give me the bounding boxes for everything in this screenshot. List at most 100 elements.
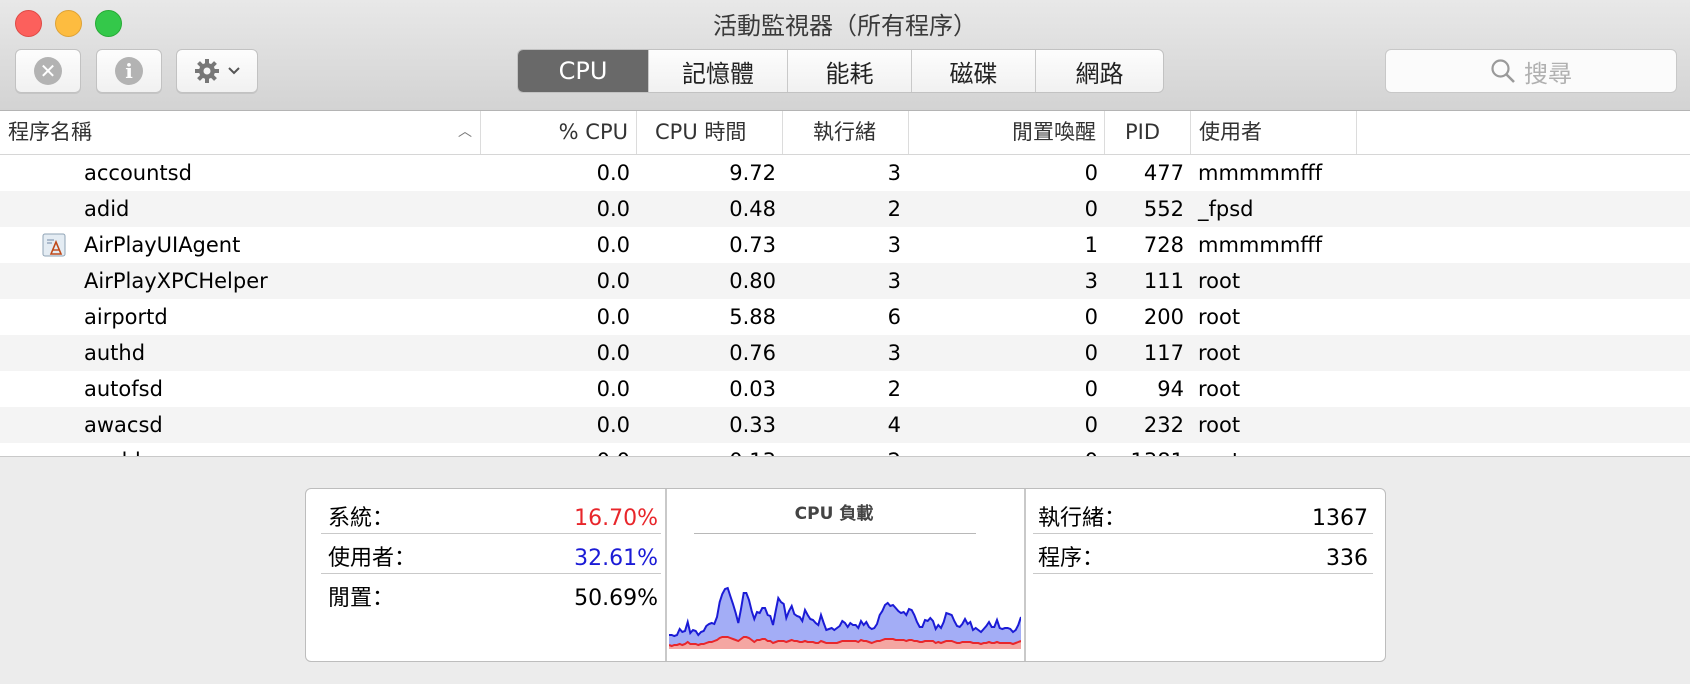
idle-wake-ups: 0: [1085, 443, 1098, 456]
column-header-user[interactable]: 使用者: [1191, 111, 1357, 154]
column-header-idle-wake[interactable]: 閒置喚醒: [909, 111, 1105, 154]
cpu-time: 0.80: [729, 269, 776, 293]
idle-wake-ups: 0: [1084, 413, 1098, 437]
user-name: root: [1198, 443, 1240, 456]
column-header-cpu[interactable]: % CPU: [481, 111, 637, 154]
cpu-percent: 0.0: [596, 305, 630, 329]
idle-wake-ups: 0: [1084, 377, 1098, 401]
idle-wake-ups: 3: [1084, 269, 1098, 293]
user-name: mmmmmfff: [1198, 161, 1323, 185]
user-name: root: [1198, 269, 1241, 293]
toolbar: 活動監視器（所有程序） ✕ i CPU 記憶體 能耗 磁碟 網路 搜尋: [0, 0, 1690, 111]
table-row[interactable]: awacsd 0.0 0.33 4 0 232 root: [0, 407, 1690, 443]
cpu-percent: 0.0: [596, 413, 630, 437]
action-menu-button[interactable]: [176, 49, 258, 93]
tab-cpu[interactable]: CPU: [518, 50, 649, 92]
cpu-percent: 0.0: [597, 443, 630, 456]
cpu-summary-panel: 系統： 16.70% 使用者： 32.61% 閒置： 50.69% CPU 負載…: [305, 488, 1386, 662]
idle-wake-ups: 0: [1084, 197, 1098, 221]
chevron-down-icon: [228, 67, 240, 75]
idle-label: 閒置：: [328, 586, 395, 611]
pid: 117: [1143, 341, 1184, 365]
process-name: accountsd: [84, 161, 192, 185]
cpu-percent: 0.0: [596, 233, 630, 257]
column-header-cpu-time[interactable]: CPU 時間: [637, 111, 783, 154]
idle-wake-ups: 0: [1084, 305, 1098, 329]
table-row[interactable]: authd 0.0 0.76 3 0 117 root: [0, 335, 1690, 371]
thread-count: 2: [887, 377, 901, 401]
table-header: 程序名稱 ︿ % CPU CPU 時間 執行緒 閒置喚醒 PID 使用者: [0, 111, 1690, 155]
cpu-load-graph: [669, 586, 1021, 649]
table-row[interactable]: adid 0.0 0.48 2 0 552 _fpsd: [0, 191, 1690, 227]
tab-network[interactable]: 網路: [1036, 50, 1163, 92]
idle-value: 50.69%: [574, 586, 658, 611]
user-name: root: [1198, 377, 1241, 401]
table-row[interactable]: AirPlayUIAgent 0.0 0.73 3 1 728 mmmmmfff: [0, 227, 1690, 263]
thread-count: 3: [887, 341, 901, 365]
cpu-percent: 0.0: [596, 197, 630, 221]
table-row[interactable]: awdd 0.0 0.13 2 0 1381 root: [0, 443, 1690, 456]
thread-count: 6: [887, 305, 901, 329]
user-name: root: [1198, 413, 1241, 437]
process-name: awacsd: [84, 413, 163, 437]
table-row[interactable]: accountsd 0.0 9.72 3 0 477 mmmmmfff: [0, 155, 1690, 191]
column-header-threads[interactable]: 執行緒: [783, 111, 909, 154]
tab-energy[interactable]: 能耗: [788, 50, 912, 92]
user-name: _fpsd: [1198, 197, 1254, 221]
user-name: mmmmmfff: [1198, 233, 1323, 257]
cpu-time: 5.88: [729, 305, 776, 329]
cpu-time: 0.13: [729, 443, 776, 456]
thread-count: 3: [887, 269, 901, 293]
cpu-time: 0.48: [729, 197, 776, 221]
pid: 552: [1143, 197, 1184, 221]
cpu-percent: 0.0: [596, 161, 630, 185]
process-name: AirPlayUIAgent: [84, 233, 241, 257]
idle-wake-ups: 1: [1084, 233, 1098, 257]
search-input[interactable]: 搜尋: [1385, 49, 1677, 93]
pid: 111: [1143, 269, 1184, 293]
tab-disk[interactable]: 磁碟: [912, 50, 1036, 92]
process-name: awdd: [84, 443, 141, 456]
pid: 477: [1143, 161, 1184, 185]
cpu-time: 0.76: [729, 341, 776, 365]
cpu-percent: 0.0: [596, 269, 630, 293]
idle-wake-ups: 0: [1084, 161, 1098, 185]
thread-count: 4: [887, 413, 901, 437]
cpu-time: 9.72: [729, 161, 776, 185]
table-row[interactable]: autofsd 0.0 0.03 2 0 94 root: [0, 371, 1690, 407]
close-x-icon: ✕: [34, 57, 62, 85]
process-name: AirPlayXPCHelper: [84, 269, 268, 293]
cpu-time: 0.73: [729, 233, 776, 257]
table-row[interactable]: airportd 0.0 5.88 6 0 200 root: [0, 299, 1690, 335]
process-name: airportd: [84, 305, 168, 329]
info-icon: i: [115, 57, 143, 85]
user-name: root: [1198, 305, 1241, 329]
pid: 728: [1143, 233, 1184, 257]
table-row[interactable]: AirPlayXPCHelper 0.0 0.80 3 3 111 root: [0, 263, 1690, 299]
table-body: accountsd 0.0 9.72 3 0 477 mmmmmfff adid…: [0, 155, 1690, 456]
tab-memory[interactable]: 記憶體: [649, 50, 788, 92]
search-placeholder: 搜尋: [1524, 59, 1572, 88]
stop-process-button[interactable]: ✕: [15, 49, 81, 93]
search-icon: [1491, 59, 1515, 83]
pid: 1381: [1131, 443, 1184, 456]
inspect-process-button[interactable]: i: [96, 49, 162, 93]
pid: 232: [1143, 413, 1184, 437]
process-table: 程序名稱 ︿ % CPU CPU 時間 執行緒 閒置喚醒 PID 使用者 acc…: [0, 111, 1690, 457]
cpu-percent: 0.0: [596, 377, 630, 401]
process-name: autofsd: [84, 377, 163, 401]
process-name: authd: [84, 341, 146, 365]
user-name: root: [1198, 341, 1241, 365]
pid: 94: [1157, 377, 1184, 401]
window-title: 活動監視器（所有程序）: [713, 12, 977, 40]
column-header-pid[interactable]: PID: [1105, 111, 1191, 154]
airplay-app-icon: [42, 233, 66, 257]
pid: 200: [1143, 305, 1184, 329]
cpu-percent: 0.0: [596, 341, 630, 365]
column-header-name[interactable]: 程序名稱 ︿: [0, 111, 481, 154]
idle-stat: 閒置： 50.69%: [328, 579, 658, 619]
thread-count: 3: [887, 161, 901, 185]
idle-wake-ups: 0: [1084, 341, 1098, 365]
cpu-time: 0.33: [729, 413, 776, 437]
view-tabs: CPU 記憶體 能耗 磁碟 網路: [517, 49, 1164, 93]
